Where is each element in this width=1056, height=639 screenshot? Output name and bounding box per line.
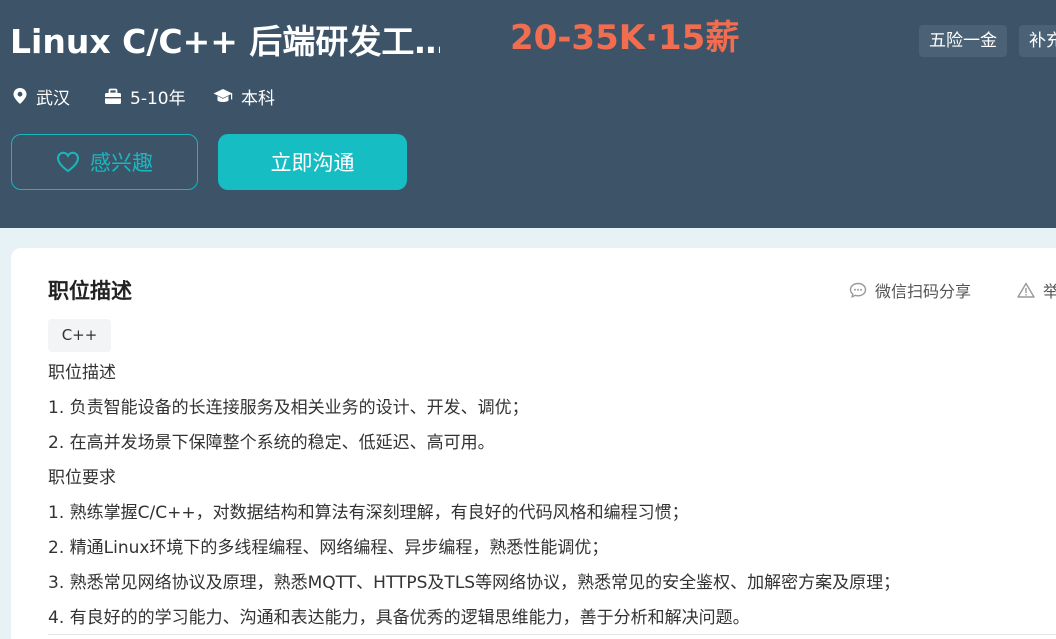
description-line: 2. 在高并发场景下保障整个系统的稳定、低延迟、高可用。: [48, 433, 495, 453]
divider: [48, 634, 1056, 635]
description-line: 职位要求: [48, 468, 116, 488]
chat-bubble-icon: [849, 282, 867, 298]
benefit-tag: 五险一金: [919, 25, 1007, 57]
job-title: Linux C/C++ 后端研发工…: [10, 22, 440, 61]
job-location: 武汉: [12, 84, 70, 109]
chat-now-button[interactable]: 立即沟通: [218, 134, 407, 190]
description-line: 2. 精通Linux环境下的多线程编程、网络编程、异步编程，熟悉性能调优；: [48, 538, 609, 558]
skill-tag: C++: [48, 319, 111, 352]
benefit-tag: 补充: [1019, 25, 1056, 57]
location-pin-icon: [13, 88, 27, 104]
experience-text: 5-10年: [130, 88, 186, 109]
interest-button[interactable]: 感兴趣: [11, 134, 198, 190]
education-text: 本科: [241, 88, 275, 109]
warning-icon: [1017, 282, 1035, 298]
report-label: 举: [1043, 282, 1056, 301]
briefcase-icon: [105, 88, 121, 104]
wechat-share-link[interactable]: 微信扫码分享: [849, 278, 971, 302]
section-title: 职位描述: [48, 279, 132, 303]
job-description-card: 职位描述 微信扫码分享 举 C++ 职位描述 1. 负责智能设备的长连接服务及相…: [11, 248, 1056, 639]
description-line: 1. 熟练掌握C/C++，对数据结构和算法有深刻理解，有良好的代码风格和编程习惯…: [48, 503, 689, 523]
location-text: 武汉: [36, 88, 70, 109]
report-link[interactable]: 举: [1017, 278, 1056, 302]
job-header: Linux C/C++ 后端研发工… 20-35K·15薪 五险一金 补充 武汉…: [0, 0, 1056, 228]
job-experience: 5-10年: [104, 84, 186, 109]
description-line: 3. 熟悉常见网络协议及原理，熟悉MQTT、HTTPS及TLS等网络协议，熟悉常…: [48, 573, 901, 593]
description-line: 4. 有良好的的学习能力、沟通和表达能力，具备优秀的逻辑思维能力，善于分析和解决…: [48, 608, 750, 628]
description-line: 1. 负责智能设备的长连接服务及相关业务的设计、开发、调优；: [48, 398, 529, 418]
interest-label: 感兴趣: [90, 151, 153, 175]
share-label: 微信扫码分享: [875, 282, 972, 301]
job-description-text: 职位描述 1. 负责智能设备的长连接服务及相关业务的设计、开发、调优； 2. 在…: [48, 356, 1056, 636]
description-line: 职位描述: [48, 363, 116, 383]
salary-range: 20-35K·15薪: [510, 18, 740, 58]
heart-icon: [56, 151, 80, 173]
job-education: 本科: [213, 84, 275, 109]
graduation-cap-icon: [213, 88, 233, 102]
